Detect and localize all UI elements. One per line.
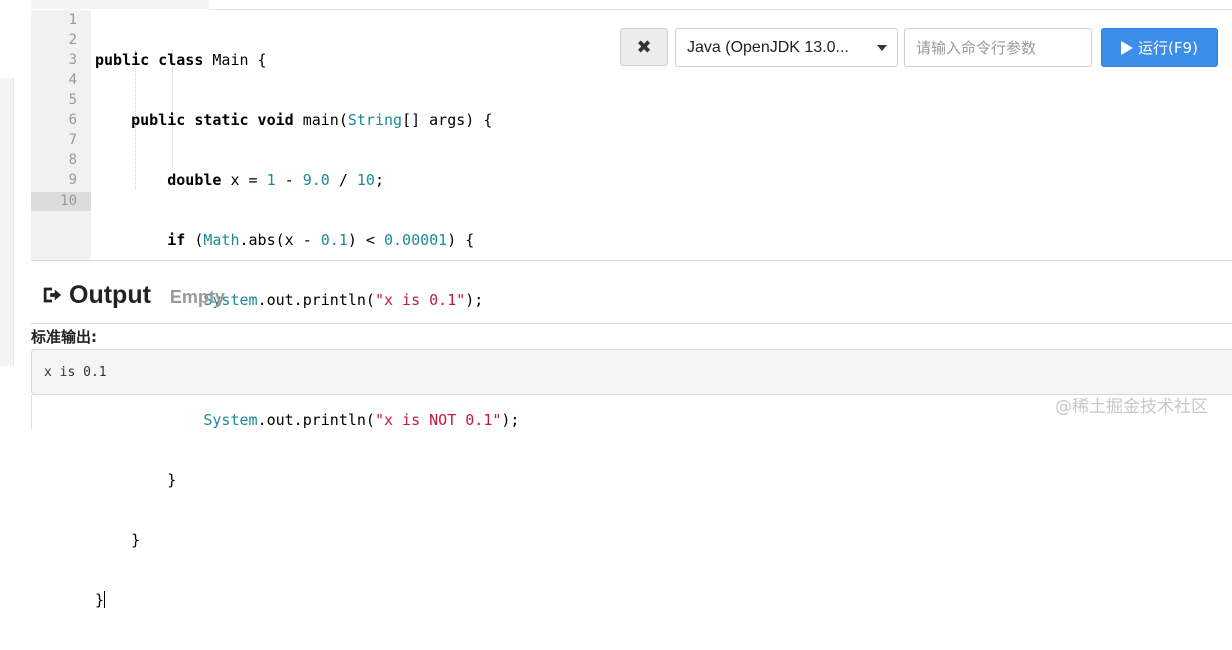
line-number: 8 xyxy=(68,152,77,168)
text-cursor xyxy=(104,591,106,608)
run-button-label: 运行(F9) xyxy=(1138,39,1198,57)
code-line: } xyxy=(167,471,177,489)
editor-tab-strip xyxy=(31,0,209,9)
line-number: 9 xyxy=(68,172,77,188)
output-title: Output xyxy=(69,280,151,309)
line-number: 7 xyxy=(68,132,77,148)
code-content[interactable]: public class Main { public static void m… xyxy=(95,10,519,650)
watermark: @稀土掘金技术社区 xyxy=(1055,397,1208,417)
sign-out-icon xyxy=(43,287,62,303)
language-select-value: Java (OpenJDK 13.0... xyxy=(687,38,849,56)
output-header: Output Empty xyxy=(41,278,225,312)
line-number: 6 xyxy=(68,112,77,128)
run-button[interactable]: 运行(F9) xyxy=(1101,28,1218,67)
close-button[interactable]: ✖ xyxy=(620,28,668,66)
line-number: 5 xyxy=(68,92,77,108)
code-line: public static void main(String[] args) { xyxy=(131,111,493,129)
side-panel-edge xyxy=(0,78,14,366)
code-line: System.out.println("x is NOT 0.1"); xyxy=(203,411,520,429)
line-number: 1 xyxy=(68,12,77,28)
language-select[interactable]: Java (OpenJDK 13.0... xyxy=(675,28,898,67)
output-divider xyxy=(31,323,1232,324)
code-line: if (Math.abs(x - 0.1) < 0.00001) { xyxy=(167,231,475,249)
code-line: } xyxy=(95,591,106,609)
panel-border xyxy=(31,395,32,429)
command-args-input[interactable] xyxy=(904,28,1092,67)
line-number: 4 xyxy=(68,72,77,88)
code-editor[interactable]: 1 2 3 4 5 6 7 8 9 10 public class Main {… xyxy=(31,0,1232,609)
line-number: 3 xyxy=(68,52,77,68)
line-number: 2 xyxy=(68,32,77,48)
code-line: double x = 1 - 9.0 / 10; xyxy=(167,171,384,189)
output-status: Empty xyxy=(169,286,225,307)
code-line: } xyxy=(131,531,141,549)
stdout-output: x is 0.1 xyxy=(31,349,1232,395)
chevron-down-icon xyxy=(877,45,887,51)
stdout-label: 标准输出: xyxy=(31,328,97,346)
line-number: 10 xyxy=(60,193,77,209)
code-line: public class Main { xyxy=(95,51,267,69)
play-icon xyxy=(1121,40,1134,55)
close-icon: ✖ xyxy=(636,36,652,58)
